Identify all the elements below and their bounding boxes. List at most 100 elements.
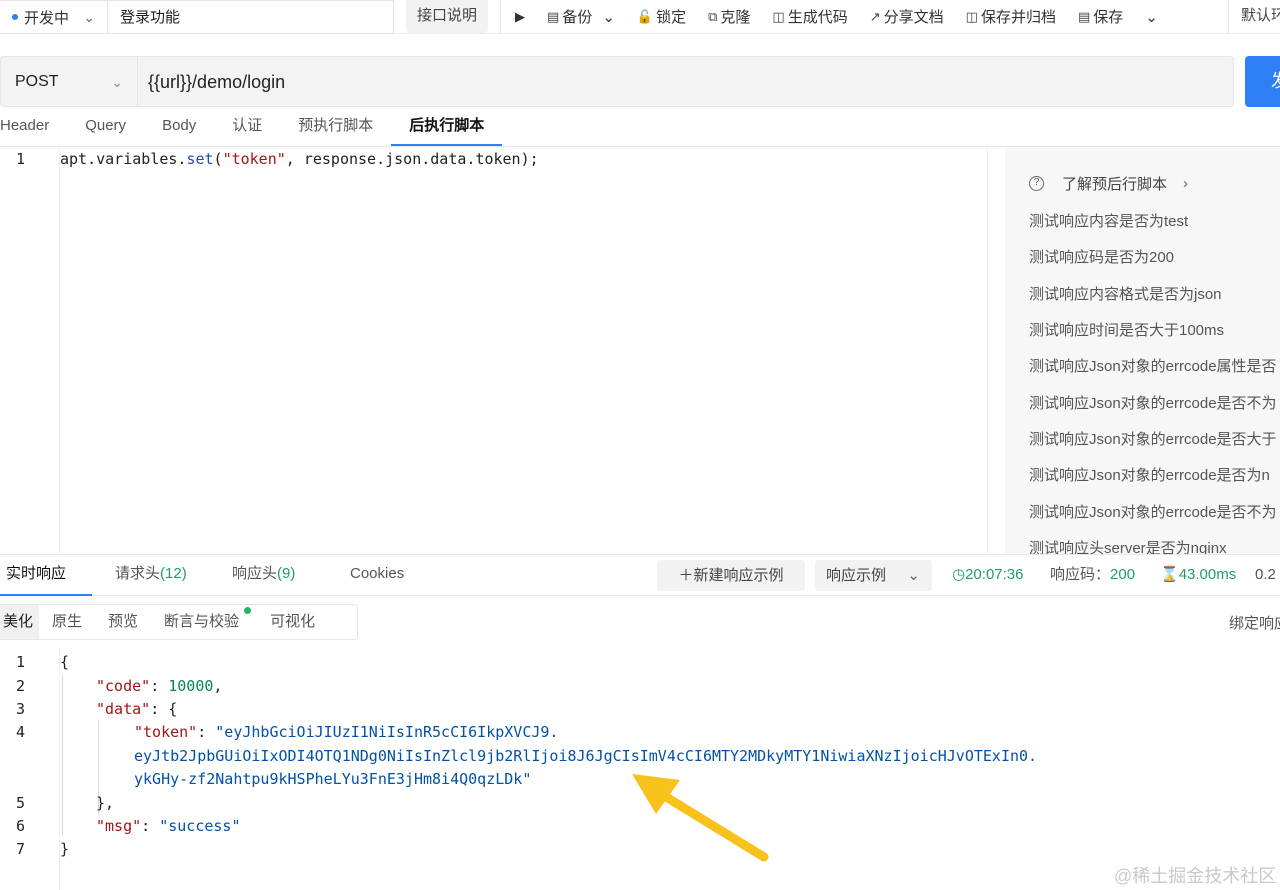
snippet-item[interactable]: 测试响应内容格式是否为json bbox=[1029, 283, 1222, 304]
response-time: ◷20:07:36 bbox=[952, 555, 1023, 595]
time-value: 20:07:36 bbox=[965, 566, 1024, 583]
tab-realtime-response[interactable]: 实时响应 bbox=[0, 555, 93, 596]
response-size: 0.2 bbox=[1255, 566, 1276, 583]
share-doc-button[interactable]: ↗ 分享文档 bbox=[870, 6, 944, 27]
top-toolbar: 开发中 ⌄ 登录功能 接口说明 ▶ ▤ 备份 ⌄ 🔓 锁定 ⧉ 克隆 ◫ 生成代码 ↗ 分… bbox=[0, 0, 1280, 34]
code-token-method: set bbox=[186, 150, 214, 168]
method-select[interactable]: POST ⌄ bbox=[0, 56, 137, 107]
send-button[interactable]: 发 bbox=[1245, 56, 1280, 107]
tab-header[interactable]: Header bbox=[0, 108, 67, 146]
line-gutter: 1 bbox=[0, 147, 60, 554]
duration-value: 43.00ms bbox=[1178, 566, 1237, 583]
tab-request-headers[interactable]: 请求头(12) bbox=[115, 555, 187, 596]
backup-dropdown[interactable]: ⌄ bbox=[602, 8, 615, 26]
tab-response-headers[interactable]: 响应头(9) bbox=[232, 555, 295, 596]
save-archive-button[interactable]: ◫ 保存并归档 bbox=[966, 6, 1056, 27]
save-button[interactable]: ▤ 保存 bbox=[1078, 6, 1123, 27]
chevron-right-icon: › bbox=[1183, 175, 1189, 192]
tab-label: 请求头 bbox=[115, 565, 161, 582]
tab-label: 响应头 bbox=[232, 565, 278, 582]
editor-scrollbar[interactable] bbox=[987, 147, 1005, 554]
code-line: apt.variables.set("token", response.json… bbox=[60, 150, 539, 168]
lock-button[interactable]: 🔓 锁定 bbox=[637, 6, 686, 27]
chevron-down-icon: ⌄ bbox=[907, 567, 920, 584]
format-tabs: 美化 原生 预览 断言与校验 可视化 bbox=[0, 604, 358, 640]
clone-icon: ⧉ bbox=[708, 8, 718, 24]
tab-assertions[interactable]: 断言与校验 bbox=[151, 605, 257, 639]
json-line: }, bbox=[96, 794, 115, 812]
code-token: ( bbox=[213, 150, 223, 168]
chevron-down-icon: ⌄ bbox=[83, 9, 95, 25]
indent-guide bbox=[62, 674, 63, 836]
json-key: "token" bbox=[134, 723, 198, 741]
snippet-item[interactable]: 测试响应时间是否大于100ms bbox=[1029, 319, 1224, 340]
line-number: 7 bbox=[16, 840, 26, 858]
tab-beautify[interactable]: 美化 bbox=[0, 605, 40, 639]
tab-post-script[interactable]: 后执行脚本 bbox=[391, 108, 503, 146]
snippet-item[interactable]: 测试响应Json对象的errcode是否大于 bbox=[1029, 428, 1277, 449]
api-name-input[interactable]: 登录功能 bbox=[108, 0, 394, 34]
request-tabs: Header Query Body 认证 预执行脚本 后执行脚本 bbox=[0, 108, 503, 146]
lock-icon: 🔓 bbox=[636, 8, 654, 24]
environment-select[interactable]: 默认环 bbox=[1228, 0, 1280, 33]
tab-visualize[interactable]: 可视化 bbox=[257, 605, 328, 639]
json-line: "data": { bbox=[96, 700, 178, 718]
snippets-header: 了解预后行脚本 bbox=[1062, 176, 1168, 193]
script-editor[interactable]: 1 apt.variables.set("token", response.js… bbox=[0, 147, 1005, 554]
gen-code-button[interactable]: ◫ 生成代码 bbox=[772, 6, 847, 27]
snippet-item[interactable]: 测试响应Json对象的errcode属性是否 bbox=[1029, 355, 1277, 376]
new-example-button[interactable]: ＋新建响应示例 bbox=[657, 560, 805, 591]
count-badge: (12) bbox=[160, 565, 187, 582]
clone-button[interactable]: ⧉ 克隆 bbox=[708, 6, 750, 27]
response-code: 响应码：200 bbox=[1050, 555, 1135, 595]
snippet-item[interactable]: 测试响应内容是否为test bbox=[1029, 210, 1188, 231]
clock-icon: ◷ bbox=[952, 566, 966, 583]
share-doc-label: 分享文档 bbox=[883, 9, 944, 26]
code-token: , response.json.data.token); bbox=[285, 150, 539, 168]
code-icon: ◫ bbox=[772, 8, 785, 24]
code-label: 响应码： bbox=[1050, 566, 1111, 583]
snippet-item[interactable]: 测试响应头server是否为nginx bbox=[1029, 537, 1227, 554]
backup-label: 备份 bbox=[562, 9, 593, 26]
snippet-item[interactable]: 测试响应Json对象的errcode是否为n bbox=[1029, 464, 1270, 485]
status-dot-icon bbox=[244, 607, 252, 614]
count-badge: (9) bbox=[277, 565, 296, 582]
clone-label: 克隆 bbox=[720, 9, 751, 26]
status-select[interactable]: 开发中 ⌄ bbox=[0, 0, 108, 34]
save-dropdown[interactable]: ⌄ bbox=[1145, 8, 1158, 26]
json-key: "msg" bbox=[96, 817, 142, 835]
line-number: 3 bbox=[16, 700, 26, 718]
json-string-continuation: ykGHy-zf2Nahtpu9kHSPheLYu3FnE3jHm8i4Q0qz… bbox=[134, 770, 532, 788]
share-icon: ↗ bbox=[869, 8, 881, 24]
gen-code-label: 生成代码 bbox=[787, 9, 848, 26]
url-input[interactable]: {{url}}/demo/login bbox=[137, 56, 1234, 107]
hourglass-icon: ⌛ bbox=[1160, 566, 1179, 583]
tab-pre-script[interactable]: 预执行脚本 bbox=[280, 108, 391, 146]
help-icon: ? bbox=[1029, 176, 1044, 191]
tab-preview[interactable]: 预览 bbox=[95, 605, 151, 639]
example-select[interactable]: 响应示例 ⌄ bbox=[815, 560, 932, 591]
tab-auth[interactable]: 认证 bbox=[214, 108, 280, 146]
run-button[interactable]: ▶ bbox=[515, 9, 525, 25]
snippet-item[interactable]: 测试响应Json对象的errcode是否不为 bbox=[1029, 392, 1277, 413]
tab-raw[interactable]: 原生 bbox=[39, 605, 95, 639]
code-token: apt.variables. bbox=[60, 150, 187, 168]
tab-query[interactable]: Query bbox=[67, 108, 144, 146]
line-number: 1 bbox=[16, 653, 26, 671]
snippet-item[interactable]: 测试响应Json对象的errcode是否不为 bbox=[1029, 501, 1277, 522]
snippets-panel: ? 了解预后行脚本 › 测试响应内容是否为test 测试响应码是否为200 测试… bbox=[1005, 147, 1280, 554]
snippet-item[interactable]: 测试响应码是否为200 bbox=[1029, 246, 1174, 267]
backup-button[interactable]: ▤ 备份 bbox=[547, 6, 592, 27]
bind-response-button[interactable]: 绑定响应 bbox=[1229, 612, 1280, 633]
json-line: } bbox=[60, 840, 70, 858]
snippets-help-link[interactable]: ? 了解预后行脚本 › bbox=[1029, 173, 1188, 194]
api-doc-button[interactable]: 接口说明 bbox=[406, 0, 488, 33]
line-number: 1 bbox=[16, 150, 26, 168]
tab-cookies[interactable]: Cookies bbox=[350, 555, 404, 596]
tab-body[interactable]: Body bbox=[144, 108, 214, 146]
json-line: { bbox=[60, 653, 70, 671]
lock-label: 锁定 bbox=[656, 9, 687, 26]
example-select-label: 响应示例 bbox=[826, 567, 887, 584]
json-line: "token": "eyJhbGciOiJIUzI1NiIsInR5cCI6Ik… bbox=[134, 723, 559, 741]
status-label: 开发中 bbox=[24, 9, 70, 27]
